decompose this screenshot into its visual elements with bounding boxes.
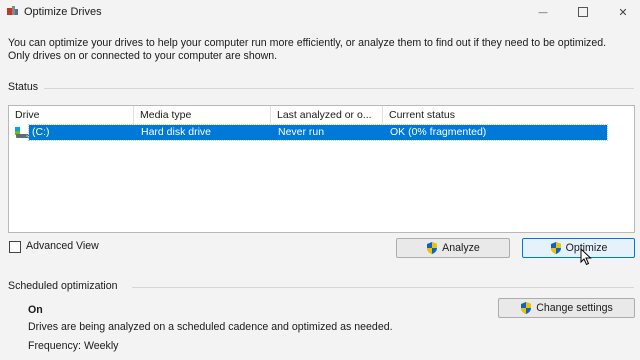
drive-last-analyzed: Never run bbox=[278, 126, 325, 138]
scheduled-section-label: Scheduled optimization bbox=[8, 280, 118, 292]
drive-list-header: Drive Media type Last analyzed or o... C… bbox=[9, 106, 634, 124]
description-text: You can optimize your drives to help you… bbox=[8, 37, 607, 62]
change-settings-button-label: Change settings bbox=[536, 302, 613, 314]
optimize-drives-window: Optimize Drives — ✕ You can optimize you… bbox=[0, 0, 640, 360]
maximize-icon bbox=[578, 7, 588, 17]
hard-drive-icon bbox=[15, 127, 29, 138]
defrag-icon bbox=[7, 6, 18, 15]
title-bar[interactable]: Optimize Drives — ✕ bbox=[0, 0, 640, 26]
uac-shield-icon bbox=[521, 302, 532, 314]
change-settings-button[interactable]: Change settings bbox=[498, 298, 635, 318]
mouse-cursor-icon bbox=[580, 248, 592, 266]
schedule-state: On bbox=[28, 304, 43, 316]
drive-row-c[interactable]: (C:) Hard disk drive Never run OK (0% fr… bbox=[28, 124, 608, 141]
column-header-media-type[interactable]: Media type bbox=[134, 106, 271, 124]
uac-shield-icon bbox=[550, 242, 561, 254]
advanced-view-label[interactable]: Advanced View bbox=[26, 240, 99, 252]
status-divider bbox=[44, 88, 634, 89]
column-header-current-status[interactable]: Current status bbox=[383, 106, 634, 124]
maximize-button[interactable] bbox=[562, 0, 604, 24]
column-header-drive[interactable]: Drive bbox=[9, 106, 134, 124]
uac-shield-icon bbox=[427, 242, 438, 254]
column-header-last-analyzed[interactable]: Last analyzed or o... bbox=[271, 106, 383, 124]
close-button[interactable]: ✕ bbox=[602, 0, 640, 24]
drive-current-status: OK (0% fragmented) bbox=[390, 126, 487, 138]
drive-list[interactable]: Drive Media type Last analyzed or o... C… bbox=[8, 105, 635, 233]
scheduled-divider bbox=[132, 287, 634, 288]
minimize-icon: — bbox=[538, 7, 548, 17]
window-title: Optimize Drives bbox=[24, 6, 102, 18]
advanced-view-checkbox[interactable] bbox=[9, 241, 21, 253]
minimize-button[interactable]: — bbox=[522, 0, 564, 24]
schedule-description: Drives are being analyzed on a scheduled… bbox=[28, 321, 393, 333]
analyze-button-label: Analyze bbox=[442, 242, 480, 254]
drive-name: (C:) bbox=[32, 126, 50, 138]
close-icon: ✕ bbox=[618, 6, 628, 19]
status-section-label: Status bbox=[8, 81, 39, 93]
analyze-button[interactable]: Analyze bbox=[396, 238, 510, 258]
optimize-button[interactable]: Optimize bbox=[522, 238, 635, 258]
drive-media-type: Hard disk drive bbox=[141, 126, 212, 138]
schedule-frequency: Frequency: Weekly bbox=[28, 340, 119, 352]
